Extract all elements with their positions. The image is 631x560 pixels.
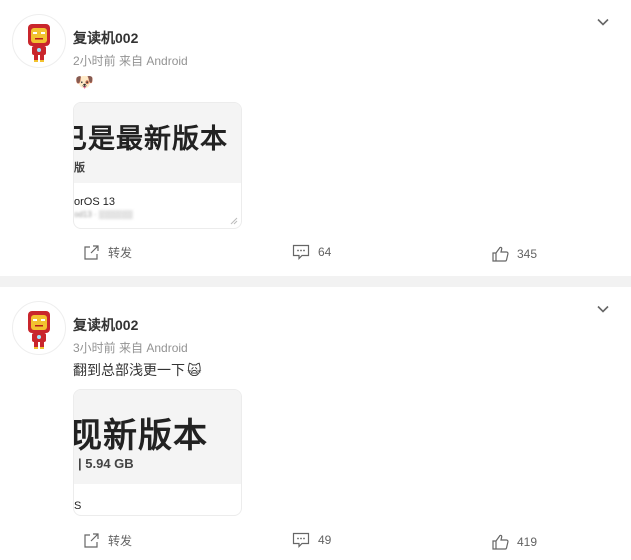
post-divider (0, 276, 631, 287)
card-banner: 现新版本 | 5.94 GB (74, 390, 241, 484)
comment-button[interactable]: 64 (292, 244, 331, 260)
iron-man-avatar-icon (28, 311, 50, 349)
comment-button[interactable]: 49 (292, 532, 331, 548)
thumbs-up-icon (492, 534, 509, 550)
like-button[interactable]: 345 (492, 246, 537, 262)
comment-count: 49 (318, 533, 332, 547)
like-button[interactable]: 419 (492, 534, 537, 550)
thumbs-up-icon (492, 246, 509, 262)
comment-icon (292, 532, 310, 548)
author-name[interactable]: 复读机002 (73, 315, 138, 335)
post-meta: 3小时前 来自 Android (73, 341, 188, 355)
comment-count: 64 (318, 245, 332, 259)
post-meta: 2小时前 来自 Android (73, 54, 188, 68)
shocked-emoji-icon: 🙀 (187, 361, 202, 378)
like-count: 419 (517, 535, 538, 549)
post-card: 复读机002 2小时前 来自 Android 🐶 已是最新版本 版 orOS 1… (0, 0, 631, 276)
card-subtitle: 版 (74, 162, 85, 174)
action-bar: 转发 49 419 (0, 532, 631, 556)
repost-label: 转发 (108, 246, 133, 260)
repost-button[interactable]: 转发 (83, 532, 132, 549)
doge-emoji-icon: 🐶 (75, 74, 94, 91)
action-bar: 转发 64 345 (0, 244, 631, 268)
link-card[interactable]: 已是最新版本 版 orOS 13 od13 · ▒▒▒▒▒▒ (73, 102, 242, 229)
post-text: 翻到总部浅更一下 🙀 (73, 360, 202, 380)
card-banner: 已是最新版本 版 (74, 103, 241, 183)
share-icon (84, 244, 99, 260)
repost-label: 转发 (108, 534, 133, 548)
author-name[interactable]: 复读机002 (73, 28, 138, 48)
post-text: 🐶 (73, 73, 94, 91)
iron-man-avatar-icon (28, 24, 50, 62)
link-card[interactable]: 现新版本 | 5.94 GB S (73, 389, 242, 516)
post-text-content: 翻到总部浅更一下 (73, 362, 185, 378)
card-os-label: S (74, 500, 82, 512)
post-card: 复读机002 3小时前 来自 Android 翻到总部浅更一下 🙀 现新版本 |… (0, 287, 631, 560)
card-title: 已是最新版本 (73, 124, 228, 154)
share-icon (84, 532, 99, 548)
comment-icon (292, 244, 310, 260)
like-count: 345 (517, 247, 538, 261)
resize-handle-icon (230, 217, 238, 225)
card-os-label: orOS 13 (74, 196, 115, 208)
card-subtitle: | 5.94 GB (78, 456, 134, 471)
chevron-down-icon[interactable] (595, 301, 611, 317)
card-title: 现新版本 (73, 417, 208, 455)
repost-button[interactable]: 转发 (83, 244, 132, 261)
author-avatar[interactable] (12, 301, 66, 355)
author-avatar[interactable] (12, 14, 66, 68)
chevron-down-icon[interactable] (595, 14, 611, 30)
card-blurred-text: od13 · ▒▒▒▒▒▒ (74, 210, 133, 219)
